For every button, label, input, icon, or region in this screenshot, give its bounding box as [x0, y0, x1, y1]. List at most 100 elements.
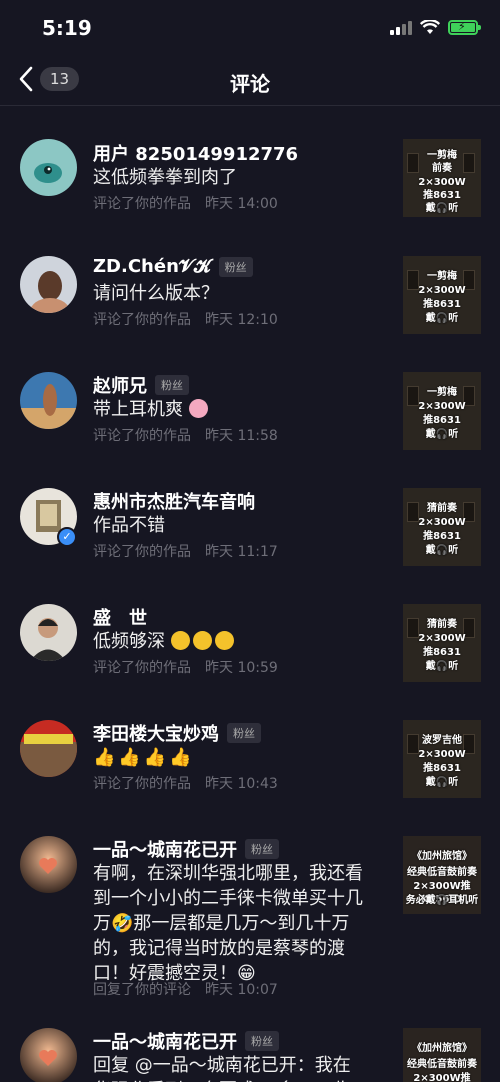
comment-meta: 评论了你的作品 昨天 14:00 [93, 193, 278, 213]
avatar[interactable] [20, 256, 77, 313]
thumb-text: 《加州旅馆》 [412, 851, 472, 862]
avatar[interactable] [20, 604, 77, 661]
video-thumbnail[interactable]: 波罗吉他 2×300W 推8631 戴🎧听 [403, 720, 481, 798]
comment-text: 有啊，在深圳华强北哪里，我还看到一个小小的二手徕卡微单买十几万🤣那一层都是几万～… [93, 863, 363, 984]
comment-time: 昨天 11:58 [205, 428, 278, 444]
comment-text: 请问什么版本？ [93, 283, 219, 304]
avatar[interactable] [20, 139, 77, 196]
thumb-text: 2×300W [418, 633, 466, 644]
comment-time: 昨天 11:17 [205, 544, 278, 560]
wifi-icon [420, 20, 440, 35]
thumb-text: 一剪梅 [427, 150, 457, 161]
comment-action: 评论了你的作品 [93, 544, 191, 560]
video-thumbnail[interactable]: 《加州旅馆》 经典低音鼓前奏 2×300W推KF5603 务必戴🎧耳机听 [403, 836, 481, 914]
commenter-name[interactable]: 一品～城南花已开 [93, 1028, 237, 1054]
signal-icon [390, 20, 412, 35]
comment-text: 带上耳机爽 [93, 399, 183, 420]
commenter-name[interactable]: 用户 8250149912776 [93, 140, 298, 166]
comment-item[interactable]: 李田楼大宝炒鸡 粉丝 👍 👍 👍 👍 评论了你的作品 昨天 10:43 波罗吉他 2×… [0, 687, 500, 803]
thumb-text: 推8631 [423, 299, 461, 310]
comment-meta: 评论了你的作品 昨天 10:59 [93, 657, 278, 677]
video-thumbnail[interactable]: 一剪梅 2×300W 推8631 戴🎧听 [403, 256, 481, 334]
thumb-text: 推8631 [423, 531, 461, 542]
fan-badge: 粉丝 [227, 723, 261, 743]
comment-item[interactable]: 赵师兄 粉丝 带上耳机爽 评论了你的作品 昨天 11:58 一剪梅 2×300W… [0, 339, 500, 455]
thumb-text: 猜前奏 [427, 619, 457, 630]
thumb-text: 经典低音鼓前奏 [407, 867, 477, 878]
fan-badge: 粉丝 [218, 256, 253, 277]
nav-bar: 13 评论 [0, 56, 500, 106]
thumb-text: 波罗吉他 [422, 735, 462, 746]
comment-time: 昨天 10:43 [205, 776, 278, 792]
video-thumbnail[interactable]: 一剪梅 2×300W 推8631 戴🎧听 [403, 372, 481, 450]
comment-text: 低频够深 [93, 631, 165, 652]
fan-badge: 粉丝 [245, 839, 279, 859]
video-thumbnail[interactable]: 《加州旅馆》 经典低音鼓前奏 2×300W推KF5603 [403, 1028, 481, 1082]
thumb-text: 2×300W [418, 285, 466, 296]
thumb-text: 务必戴🎧耳机听 [405, 895, 479, 906]
avatar[interactable] [20, 836, 77, 893]
comment-time: 昨天 14:00 [205, 196, 278, 212]
thumbs-up-icon: 👍 [118, 747, 141, 768]
video-thumbnail[interactable]: 猜前奏 2×300W 推8631 戴🎧听 [403, 604, 481, 682]
thumb-text: 戴🎧听 [425, 661, 459, 672]
thumb-text: 推8631 [423, 190, 461, 201]
fan-badge: 粉丝 [245, 1031, 279, 1051]
thinking-emoji-icon [214, 631, 234, 650]
avatar[interactable] [20, 720, 77, 777]
avatar[interactable] [20, 1028, 77, 1082]
thumb-text: 推8631 [423, 415, 461, 426]
thumb-text: 一剪梅 [427, 387, 457, 398]
commenter-name[interactable]: 盛 世 [93, 604, 147, 630]
battery-icon: ⚡ [448, 20, 481, 35]
thumb-text: 2×300W [418, 401, 466, 412]
status-bar: 5:19 ⚡ [0, 0, 500, 56]
avatar[interactable] [20, 372, 77, 429]
thumb-text: 《加州旅馆》 [412, 1043, 472, 1054]
thumb-text: 前奏 [432, 163, 452, 174]
status-time: 5:19 [42, 16, 92, 40]
comment-text: 这低频拳拳到肉了 [93, 167, 237, 188]
thumb-text: 经典低音鼓前奏 [407, 1059, 477, 1070]
video-thumbnail[interactable]: 一剪梅 前奏 2×300W 推8631 戴🎧听 [403, 139, 481, 217]
status-icons: ⚡ [390, 20, 481, 35]
thumb-text: 戴🎧听 [425, 203, 459, 214]
comment-meta: 评论了你的作品 昨天 12:10 [93, 309, 278, 329]
fan-badge: 粉丝 [155, 375, 189, 395]
thumb-text: 戴🎧听 [425, 313, 459, 324]
commenter-name[interactable]: 惠州市杰胜汽车音响 [93, 488, 255, 514]
page-title: 评论 [230, 72, 270, 96]
thumb-text: 2×300W [418, 517, 466, 528]
comment-action: 评论了你的作品 [93, 660, 191, 676]
comment-item[interactable]: 一品～城南花已开 粉丝 回复 @一品～城南花已开：我在华强北看到一套要成60多万… [0, 995, 500, 1082]
comment-meta: 评论了你的作品 昨天 11:17 [93, 541, 278, 561]
comment-text: 回复 @一品～城南花已开：我在华强北看到一套要成60多万，收 [93, 1055, 351, 1082]
thinking-emoji-icon [170, 631, 190, 650]
thumb-text: 推8631 [423, 763, 461, 774]
emoji-icon [188, 399, 208, 418]
commenter-name[interactable]: ZD.Chén𝓥𝓚 [93, 256, 211, 277]
thinking-emoji-icon [192, 631, 212, 650]
commenter-name[interactable]: 赵师兄 [93, 372, 147, 398]
comment-text: 作品不错 [93, 515, 165, 536]
thumb-text: 一剪梅 [427, 271, 457, 282]
thumb-text: 2×300W推KF5603 [413, 1073, 471, 1082]
comment-action: 评论了你的作品 [93, 776, 191, 792]
thumb-text: 戴🎧听 [425, 777, 459, 788]
verified-icon: ✓ [57, 527, 77, 547]
comment-item[interactable]: ZD.Chén𝓥𝓚 粉丝 请问什么版本？ 评论了你的作品 昨天 12:10 一剪… [0, 223, 500, 339]
comment-action: 评论了你的作品 [93, 312, 191, 328]
thumbs-up-icon: 👍 [93, 747, 116, 768]
comment-item[interactable]: ✓ 惠州市杰胜汽车音响 作品不错 评论了你的作品 昨天 11:17 猜前奏 2×… [0, 455, 500, 571]
commenter-name[interactable]: 一品～城南花已开 [93, 836, 237, 862]
comment-item[interactable]: 一品～城南花已开 粉丝 有啊，在深圳华强北哪里，我还看到一个小小的二手徕卡微单买… [0, 803, 500, 998]
commenter-name[interactable]: 李田楼大宝炒鸡 [93, 720, 219, 746]
comment-time: 昨天 12:10 [205, 312, 278, 328]
video-thumbnail[interactable]: 猜前奏 2×300W 推8631 戴🎧听 [403, 488, 481, 566]
comment-item[interactable]: 盛 世 低频够深 评论了你的作品 昨天 10:59 猜前奏 2×300W 推86… [0, 571, 500, 687]
thumbs-up-icon: 👍 [169, 747, 192, 768]
comment-item[interactable]: 用户 8250149912776 这低频拳拳到肉了 评论了你的作品 昨天 14:… [0, 107, 500, 223]
comment-action: 评论了你的作品 [93, 428, 191, 444]
comment-action: 评论了你的作品 [93, 196, 191, 212]
comment-meta: 评论了你的作品 昨天 10:43 [93, 773, 278, 793]
